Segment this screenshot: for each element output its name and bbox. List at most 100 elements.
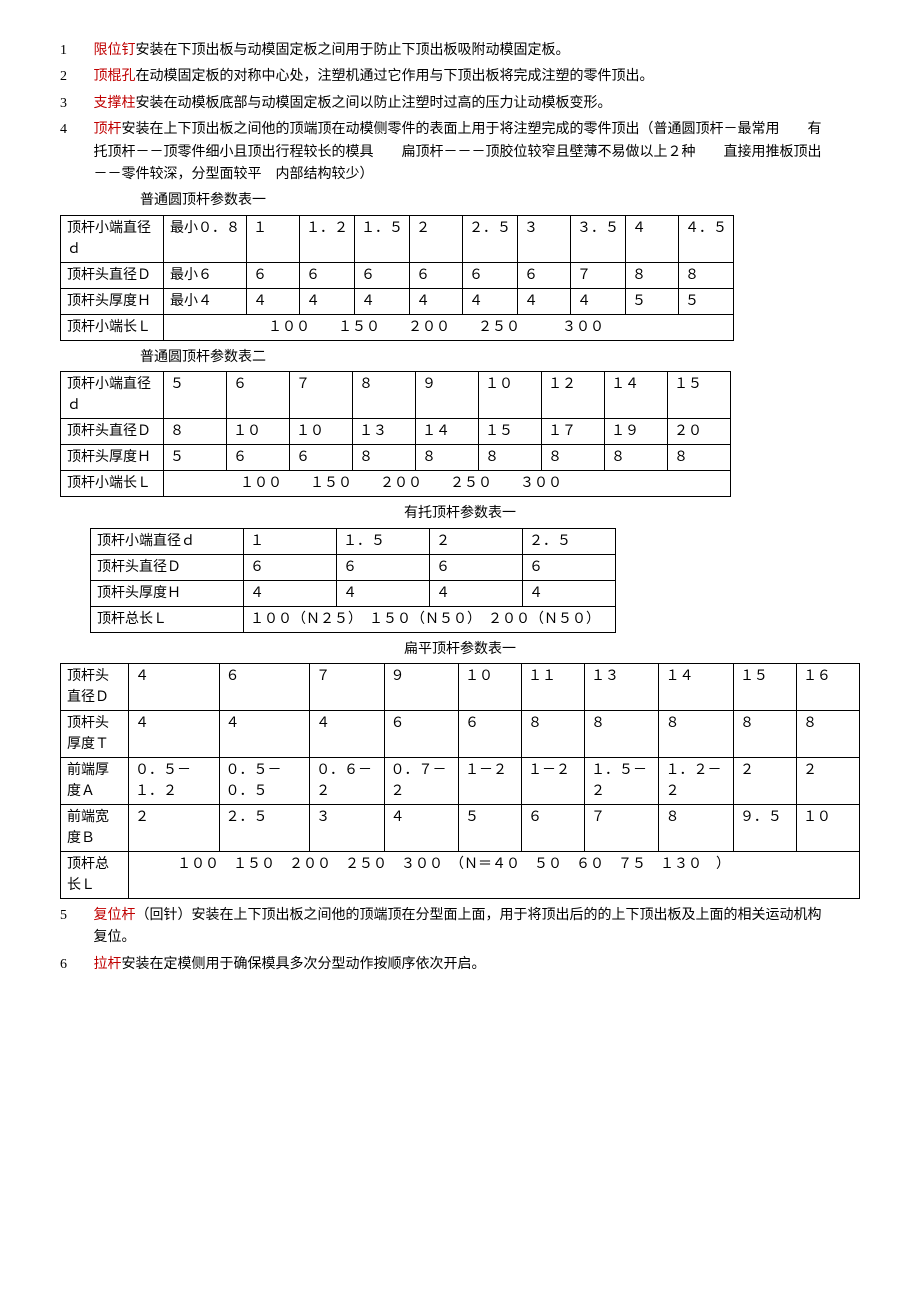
- cell: １１: [522, 663, 585, 710]
- cell: 顶杆小端直径ｄ: [91, 528, 244, 554]
- cell: ４: [129, 663, 220, 710]
- cell: １５: [479, 419, 542, 445]
- item-body: 限位钉安装在下顶出板与动模固定板之间用于防止下顶出板吸附动模固定板。: [94, 40, 834, 62]
- cell: ７: [585, 804, 659, 851]
- cell: １０: [459, 663, 522, 710]
- cell: ０．５－１．２: [129, 757, 220, 804]
- table1-caption: 普通圆顶杆参数表一: [140, 190, 860, 212]
- cell: ６: [244, 554, 337, 580]
- item-number: 4: [60, 119, 90, 141]
- table-4: 顶杆头直径Ｄ ４ ６ ７ ９ １０ １１ １３ １４ １５ １６ 顶杆头厚度Ｔ …: [60, 663, 860, 899]
- item-body: 拉杆安装在定模侧用于确保模具多次分型动作按顺序依次开启。: [94, 954, 834, 976]
- cell: ４: [300, 288, 355, 314]
- table-row: 顶杆头直径Ｄ ６ ６ ６ ６: [91, 554, 616, 580]
- item-body: 顶棍孔在动模固定板的对称中心处，注塑机通过它作用与下顶出板将完成注塑的零件顶出。: [94, 66, 834, 88]
- cell: ４: [571, 288, 626, 314]
- cell: ８: [668, 445, 731, 471]
- cell: ４: [129, 710, 220, 757]
- list-item-5: 5 复位杆（回针）安装在上下顶出板之间他的顶端顶在分型面上面，用于将顶出后的的上…: [60, 905, 860, 950]
- cell: ９: [416, 372, 479, 419]
- cell: ６: [384, 710, 458, 757]
- cell: ８: [416, 445, 479, 471]
- cell: ４: [463, 288, 518, 314]
- item-body: 复位杆（回针）安装在上下顶出板之间他的顶端顶在分型面上面，用于将顶出后的的上下顶…: [94, 905, 834, 950]
- item-number: 2: [60, 66, 90, 88]
- list-item-6: 6 拉杆安装在定模侧用于确保模具多次分型动作按顺序依次开启。: [60, 954, 860, 976]
- item-body: 顶杆安装在上下顶出板之间他的顶端顶在动模侧零件的表面上用于将注塑完成的零件顶出（…: [94, 119, 834, 186]
- cell: １２: [542, 372, 605, 419]
- cell: ６: [410, 262, 463, 288]
- cell: １: [244, 528, 337, 554]
- table2-caption: 普通圆顶杆参数表二: [140, 347, 860, 369]
- cell: ６: [247, 262, 300, 288]
- cell: ６: [227, 372, 290, 419]
- cell: ２．５: [219, 804, 310, 851]
- cell: １０: [290, 419, 353, 445]
- cell: １４: [659, 663, 733, 710]
- cell: １．２: [300, 215, 355, 262]
- cell: ９．５: [733, 804, 796, 851]
- cell: 前端厚度Ａ: [61, 757, 129, 804]
- cell: ２．５: [523, 528, 616, 554]
- cell: １５: [668, 372, 731, 419]
- cell: ８: [353, 372, 416, 419]
- cell: １９: [605, 419, 668, 445]
- cell: ４: [430, 580, 523, 606]
- cell: １．５: [355, 215, 410, 262]
- table-row: 顶杆头厚度Ｈ ４ ４ ４ ４: [91, 580, 616, 606]
- table-row: 前端宽度Ｂ ２ ２．５ ３ ４ ５ ６ ７ ８ ９．５ １０: [61, 804, 860, 851]
- list-item-2: 2 顶棍孔在动模固定板的对称中心处，注塑机通过它作用与下顶出板将完成注塑的零件顶…: [60, 66, 860, 88]
- cell: ６: [290, 445, 353, 471]
- cell: ４: [523, 580, 616, 606]
- cell: ２: [410, 215, 463, 262]
- cell: 顶杆小端长Ｌ: [61, 471, 164, 497]
- cell: ８: [585, 710, 659, 757]
- cell: １００ １５０ ２００ ２５０ ３００: [164, 314, 734, 340]
- cell: ５: [164, 372, 227, 419]
- table-row: 顶杆小端长Ｌ １００ １５０ ２００ ２５０ ３００: [61, 471, 731, 497]
- item-term: 顶棍孔: [94, 69, 136, 84]
- table3-caption: 有托顶杆参数表一: [60, 503, 860, 525]
- cell: ４: [355, 288, 410, 314]
- list-item-1: 1 限位钉安装在下顶出板与动模固定板之间用于防止下顶出板吸附动模固定板。: [60, 40, 860, 62]
- cell: 顶杆头直径Ｄ: [61, 663, 129, 710]
- cell: ３．５: [571, 215, 626, 262]
- cell: ８: [522, 710, 585, 757]
- cell: ８: [353, 445, 416, 471]
- item-body: 支撑柱安装在动模板底部与动模固定板之间以防止注塑时过高的压力让动模板变形。: [94, 93, 834, 115]
- item-number: 1: [60, 40, 90, 62]
- cell: ３: [310, 804, 384, 851]
- cell: ５: [164, 445, 227, 471]
- cell: ４: [626, 215, 679, 262]
- cell: ４: [410, 288, 463, 314]
- cell: 顶杆头厚度Ｔ: [61, 710, 129, 757]
- item-number: 6: [60, 954, 90, 976]
- table-row: 前端厚度Ａ ０．５－１．２ ０．５－０．５ ０．６－２ ０．７－２ １－２ １－…: [61, 757, 860, 804]
- cell: ８: [659, 710, 733, 757]
- cell: ４: [518, 288, 571, 314]
- cell: 顶杆总长Ｌ: [91, 606, 244, 632]
- cell: ６: [227, 445, 290, 471]
- cell: ２: [796, 757, 859, 804]
- cell: １７: [542, 419, 605, 445]
- cell: ８: [733, 710, 796, 757]
- cell: １３: [353, 419, 416, 445]
- table-row: 顶杆头厚度Ｈ 最小４ ４ ４ ４ ４ ４ ４ ４ ５ ５: [61, 288, 734, 314]
- cell: １－２: [522, 757, 585, 804]
- cell: ５: [679, 288, 734, 314]
- cell: 顶杆小端长Ｌ: [61, 314, 164, 340]
- cell: ４: [219, 710, 310, 757]
- cell: ３: [518, 215, 571, 262]
- cell: ９: [384, 663, 458, 710]
- cell: 顶杆头直径Ｄ: [61, 419, 164, 445]
- table-3: 顶杆小端直径ｄ １ １．５ ２ ２．５ 顶杆头直径Ｄ ６ ６ ６ ６ 顶杆头厚度…: [90, 528, 616, 633]
- cell: ６: [518, 262, 571, 288]
- cell: ８: [796, 710, 859, 757]
- cell: ６: [523, 554, 616, 580]
- cell: 顶杆头直径Ｄ: [61, 262, 164, 288]
- cell: ８: [542, 445, 605, 471]
- item-number: 3: [60, 93, 90, 115]
- cell: 顶杆小端直径ｄ: [61, 372, 164, 419]
- cell: ６: [219, 663, 310, 710]
- item-rest: 在动模固定板的对称中心处，注塑机通过它作用与下顶出板将完成注塑的零件顶出。: [136, 69, 654, 84]
